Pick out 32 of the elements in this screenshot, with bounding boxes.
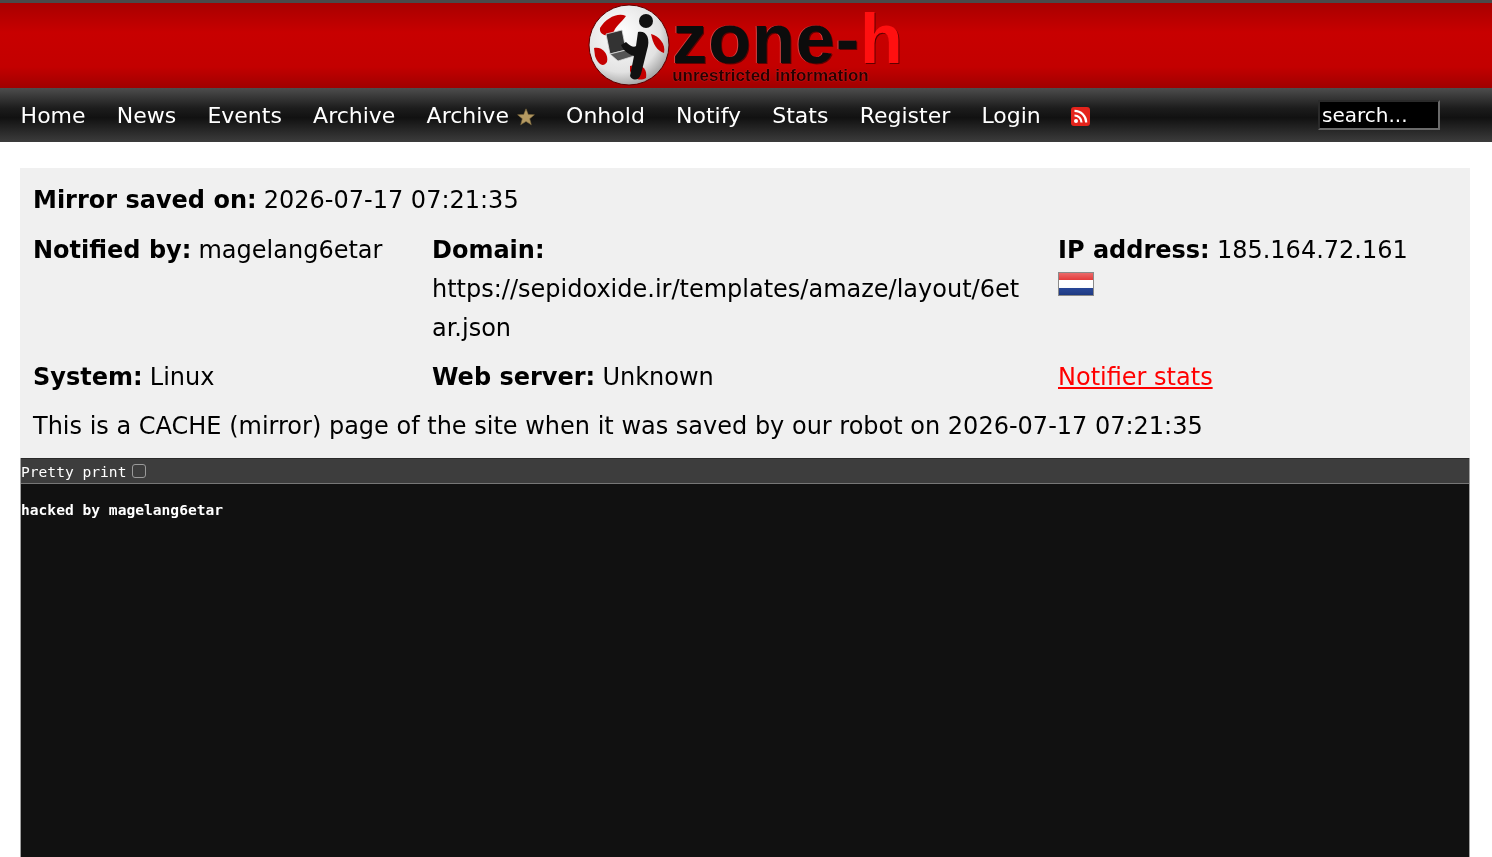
nav-link[interactable]: Stats (756, 102, 845, 128)
field-label: Domain: (432, 235, 545, 266)
field-value: 185.164.72.161 (1216, 235, 1408, 266)
nav-link[interactable]: Register (844, 102, 966, 128)
nav-link[interactable]: Onhold (550, 102, 661, 128)
nav-link[interactable]: Home (5, 102, 102, 128)
nav-link[interactable]: Archive (297, 102, 411, 128)
page-source-text: hacked by magelang6etar (21, 501, 225, 518)
checkbox-label: Pretty print (21, 462, 127, 480)
notifier-stats-link[interactable]: Notifier stats (1058, 363, 1213, 391)
nav-link[interactable]: Archive (411, 102, 551, 128)
field-value: Linux (149, 362, 215, 393)
globe-logo-icon[interactable] (588, 4, 671, 86)
rss-icon[interactable] (1071, 107, 1091, 126)
logo-tagline: unrestricted information (672, 67, 870, 85)
field-value: 2026-07-17 07:21:35 (263, 185, 519, 216)
search-field[interactable]: search... (1318, 100, 1440, 130)
nav-link[interactable]: Login (965, 102, 1057, 128)
nav-link[interactable]: Notify (660, 102, 757, 128)
field-value: https://sepidoxide.ir/templates/amaze/layout/6etar.json (432, 274, 1021, 344)
pretty-print-checkbox[interactable] (132, 464, 147, 478)
star-icon (516, 108, 535, 126)
nav-link[interactable]: Events (191, 102, 298, 128)
field-label: System: (33, 362, 143, 393)
field-label: Web server: (432, 362, 596, 393)
cache-note: This is a CACHE (mirror) page of the site when it was saved by our robot on 2026-07-17 07:21:35 (33, 411, 1204, 442)
field-label: IP address: (1058, 235, 1210, 266)
nav-link[interactable]: News (101, 102, 192, 128)
field-label: Mirror saved on: (33, 185, 257, 216)
field-value: magelang6etar (198, 235, 383, 266)
field-label: Notified by: (33, 235, 192, 266)
field-value: Unknown (602, 362, 714, 393)
